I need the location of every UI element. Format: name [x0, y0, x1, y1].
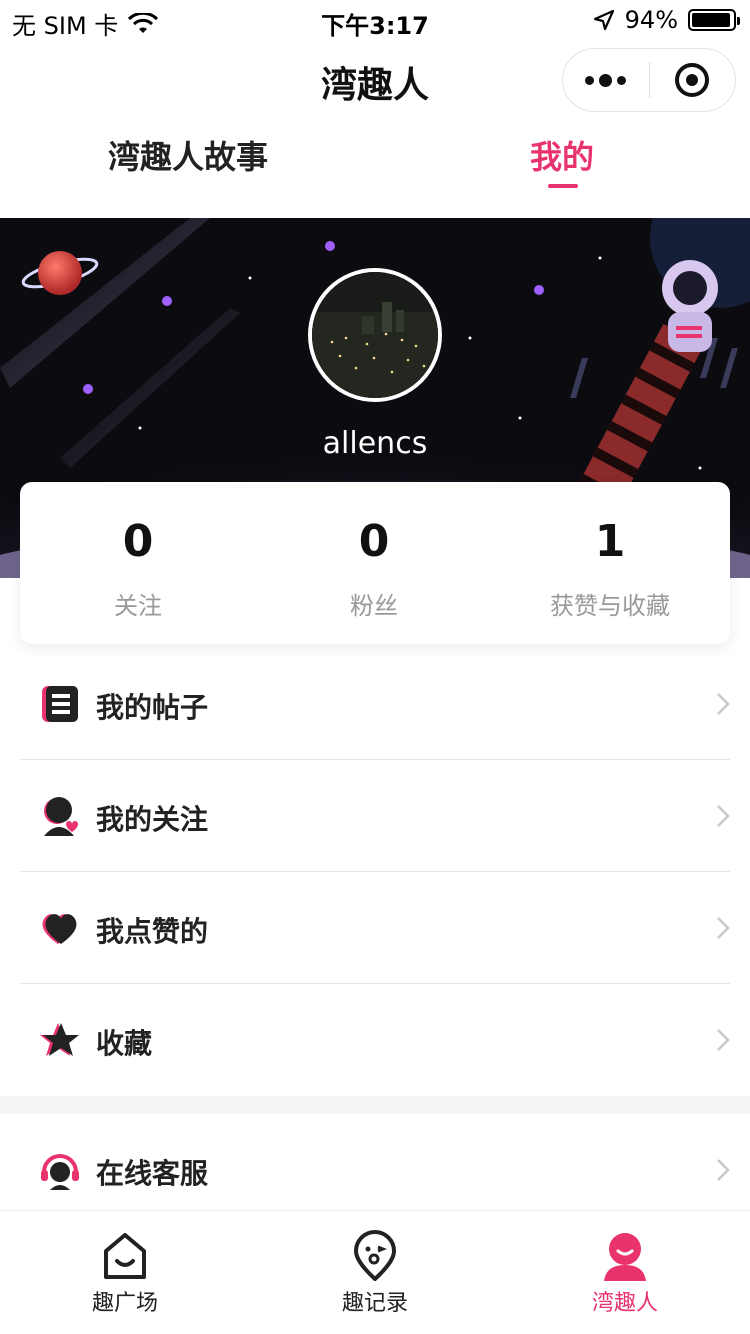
stat-following[interactable]: 0 关注 [20, 482, 256, 644]
stats-card: 0 关注 0 粉丝 1 获赞与收藏 [20, 482, 730, 644]
chevron-right-icon [717, 1159, 730, 1181]
star-icon [40, 1023, 79, 1056]
username: allencs [322, 426, 428, 461]
status-bar: 无 SIM 卡 下午3:17 94% [0, 0, 750, 40]
headset-icon [41, 1154, 79, 1190]
menu-item-service[interactable]: 在线客服 [20, 1114, 730, 1214]
tab-story[interactable]: 湾趣人故事 [108, 132, 268, 178]
posts-icon [42, 686, 78, 722]
location-arrow-icon [593, 9, 614, 31]
stat-likes[interactable]: 1 获赞与收藏 [492, 482, 728, 644]
status-right: 94% [593, 6, 740, 34]
tab-mine[interactable]: 我的 [530, 132, 594, 178]
tabbar-item-me[interactable]: 湾趣人 [500, 1211, 750, 1334]
home-smile-icon [104, 1233, 146, 1279]
stat-fans-label: 粉丝 [350, 592, 398, 620]
chevron-right-icon [717, 693, 730, 715]
menu-label-favorites: 收藏 [96, 1027, 153, 1060]
tab-active-indicator [548, 184, 578, 188]
section-divider [0, 1096, 750, 1114]
stat-likes-value: 1 [594, 516, 626, 567]
menu-label-posts: 我的帖子 [96, 691, 209, 724]
chevron-right-icon [717, 917, 730, 939]
battery-icon [688, 9, 740, 31]
tabbar-item-records[interactable]: 趣记录 [250, 1211, 500, 1334]
city-night-avatar [312, 272, 438, 398]
close-target-icon[interactable] [650, 48, 736, 112]
location-smile-icon [354, 1230, 396, 1281]
heart-icon [42, 914, 77, 944]
menu-item-liked[interactable]: 我点赞的 [20, 872, 730, 984]
stat-following-value: 0 [122, 516, 154, 567]
top-tabs: 湾趣人故事 我的 [0, 120, 750, 218]
tabbar-label-records: 趣记录 [341, 1291, 408, 1316]
tabbar-item-square[interactable]: 趣广场 [0, 1211, 250, 1334]
tabbar-label-square: 趣广场 [91, 1291, 158, 1316]
menu-item-following[interactable]: 我的关注 [20, 760, 730, 872]
stat-fans-value: 0 [358, 516, 390, 567]
menu-label-following: 我的关注 [96, 803, 209, 836]
menu-list: 我的帖子 我的关注 我点赞的 收藏 [0, 648, 750, 1096]
chevron-right-icon [717, 1029, 730, 1051]
menu-item-favorites[interactable]: 收藏 [20, 984, 730, 1096]
menu-label-service: 在线客服 [96, 1157, 209, 1190]
battery-percent: 94% [624, 6, 678, 34]
chevron-right-icon [717, 805, 730, 827]
nav-header: 湾趣人 [0, 40, 750, 120]
stat-likes-label: 获赞与收藏 [550, 592, 670, 620]
stat-fans[interactable]: 0 粉丝 [256, 482, 492, 644]
mini-program-capsule [562, 48, 736, 112]
tabbar-label-me: 湾趣人 [591, 1291, 658, 1316]
battery-level [692, 13, 730, 27]
bottom-tab-bar: 趣广场 趣记录 湾趣人 [0, 1210, 750, 1334]
menu-item-posts[interactable]: 我的帖子 [20, 648, 730, 760]
avatar[interactable] [308, 268, 442, 402]
stat-following-label: 关注 [114, 592, 162, 620]
following-icon [44, 797, 78, 836]
menu-label-liked: 我点赞的 [96, 915, 209, 948]
person-icon [604, 1233, 646, 1281]
more-icon[interactable] [563, 48, 649, 112]
